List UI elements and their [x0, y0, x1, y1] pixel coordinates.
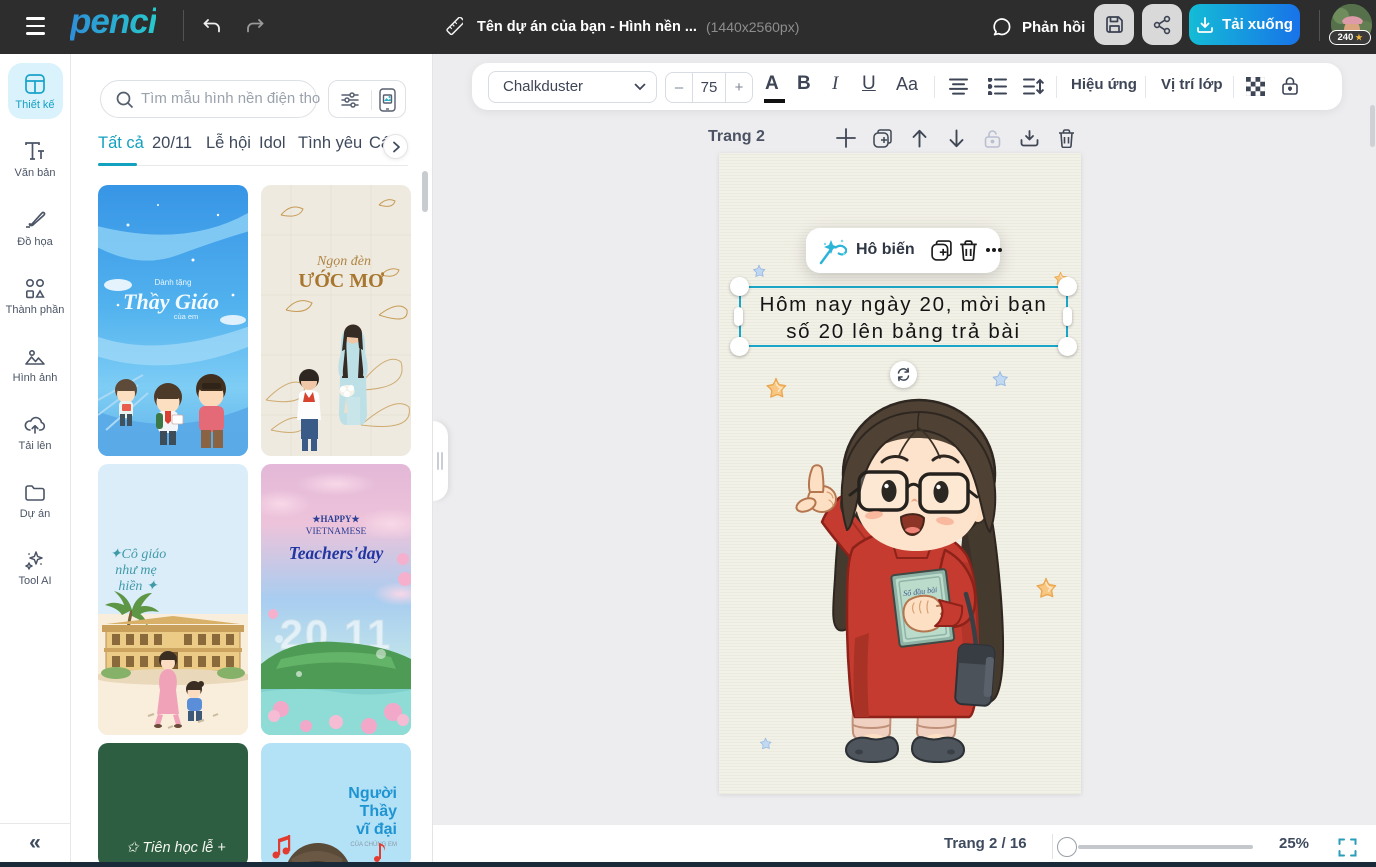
svg-text:Thầy Giáo: Thầy Giáo [123, 289, 219, 314]
svg-text:✦Cô giáo: ✦Cô giáo [110, 547, 166, 562]
svg-text:Người: Người [348, 785, 397, 802]
svg-text:hiền ✦: hiền ✦ [118, 579, 159, 594]
svg-text:Teachers'day: Teachers'day [289, 543, 384, 563]
svg-text:★HAPPY★: ★HAPPY★ [312, 514, 360, 524]
svg-text:VIETNAMESE: VIETNAMESE [306, 527, 367, 537]
svg-text:Dành tặng: Dành tặng [155, 278, 192, 287]
svg-text:của em: của em [174, 312, 199, 321]
svg-text:ƯỚC MƠ: ƯỚC MƠ [298, 268, 384, 292]
svg-text:CỦA CHÚNG EM: CỦA CHÚNG EM [350, 841, 397, 848]
svg-text:Thầy: Thầy [360, 803, 397, 820]
svg-text:vĩ đại: vĩ đại [356, 821, 397, 838]
svg-text:như mẹ: như mẹ [115, 563, 156, 578]
svg-text:Ngọn đèn: Ngọn đèn [316, 254, 371, 269]
svg-text:✩ Tiên học lễ +: ✩ Tiên học lễ + [126, 839, 225, 856]
